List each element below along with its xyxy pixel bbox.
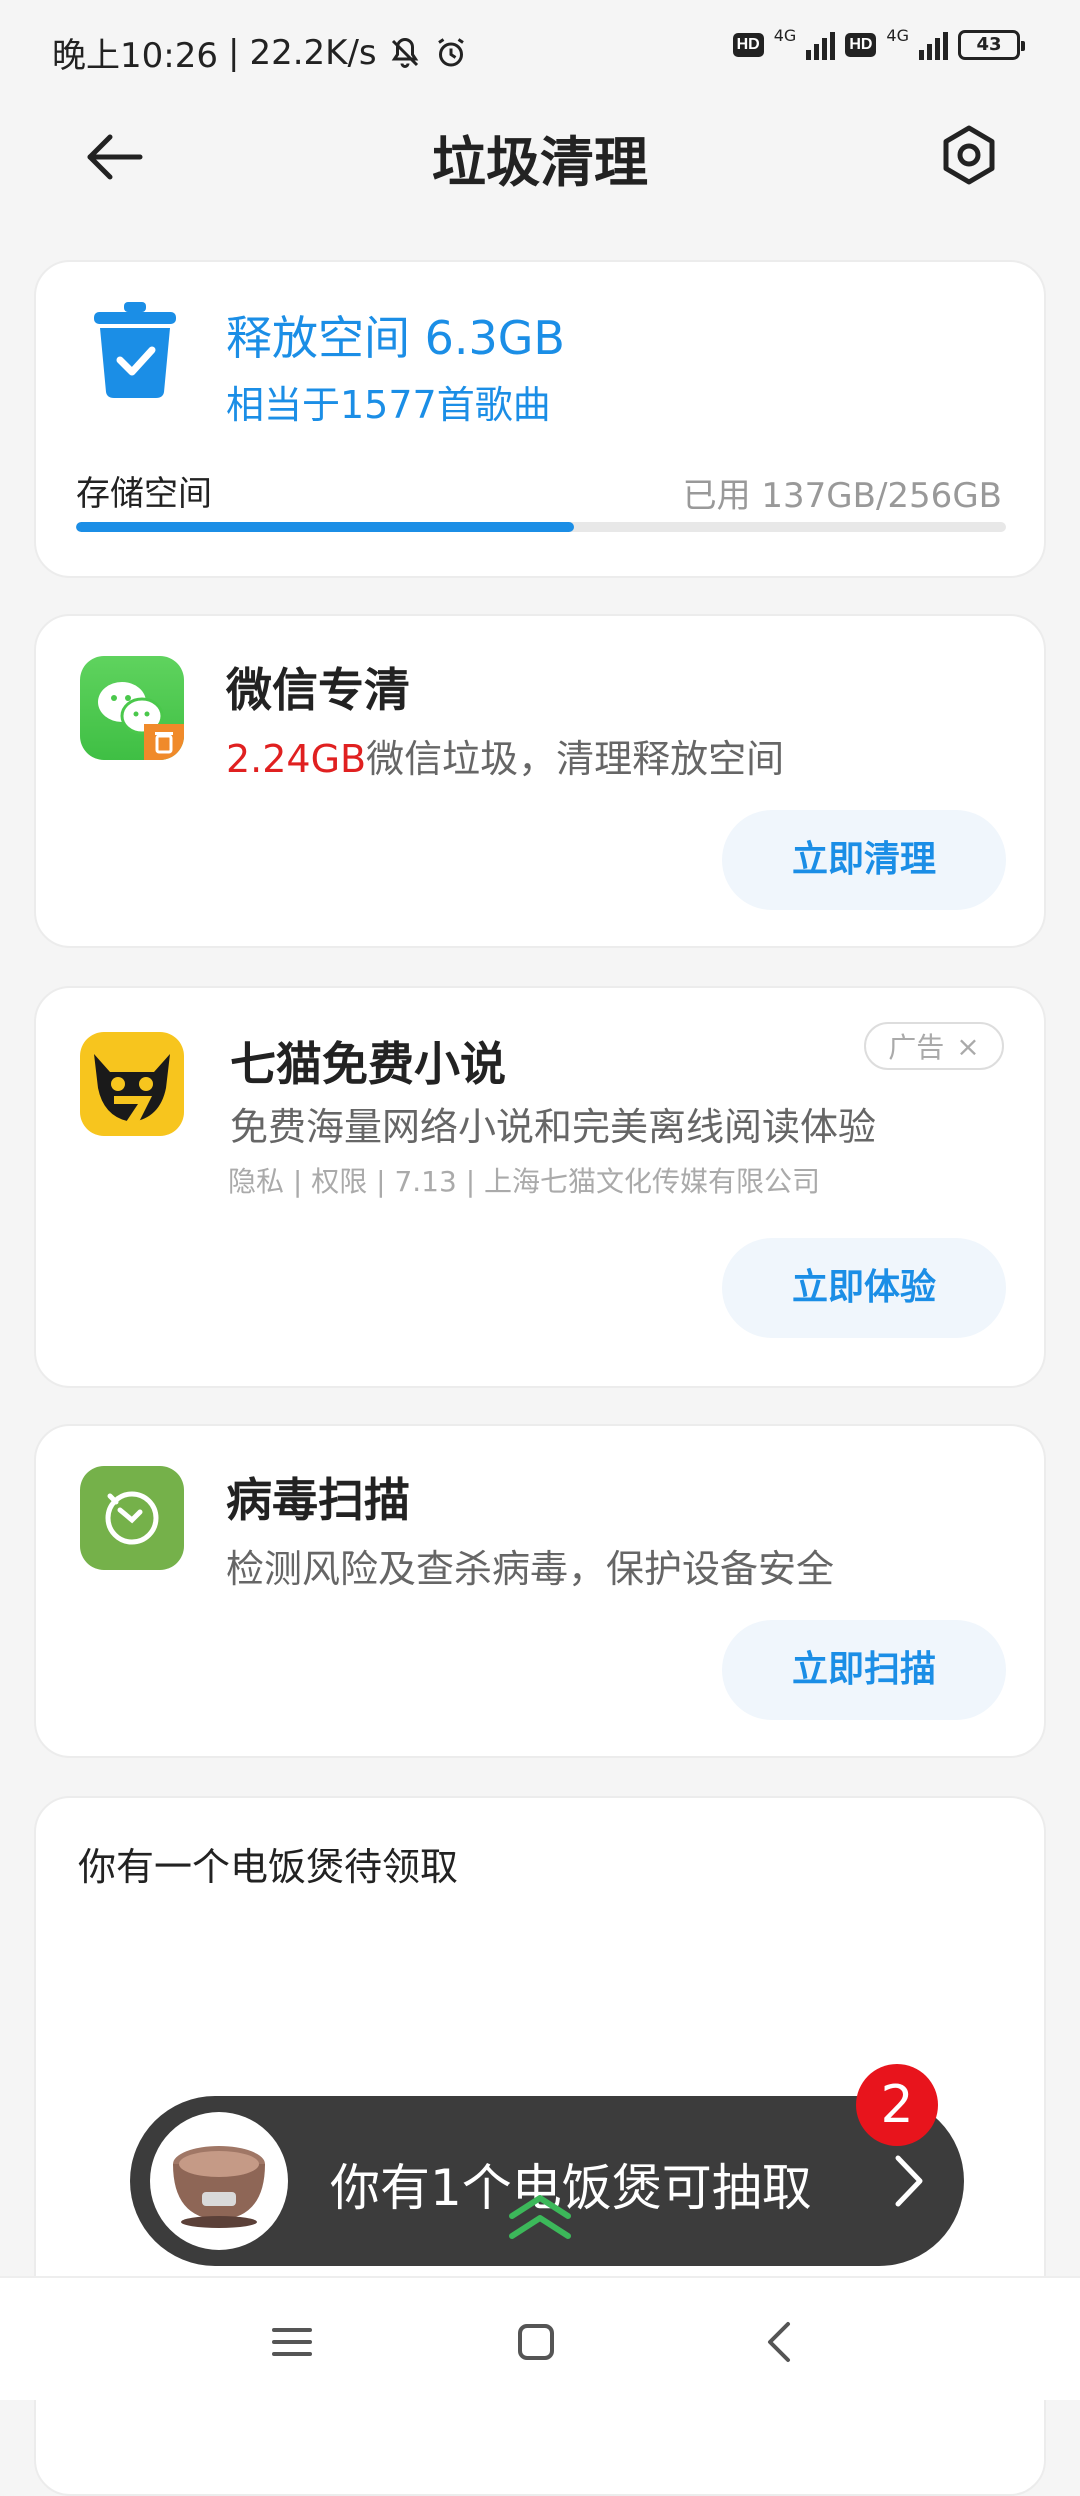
wechat-clean-card[interactable]: 微信专清 2.24GB微信垃圾，清理释放空间 立即清理 (34, 614, 1046, 948)
network-label-2: 4G (886, 25, 909, 45)
menu-icon[interactable] (262, 2312, 322, 2372)
double-up-arrow-icon[interactable] (506, 2186, 574, 2242)
header: 垃圾清理 (0, 100, 1080, 210)
novel-meta[interactable]: 隐私 | 权限 | 7.13 | 上海七猫文化传媒有限公司 (228, 1160, 820, 1200)
clean-now-button[interactable]: 立即清理 (722, 810, 1006, 910)
status-speed: 22.2K/s (249, 32, 377, 73)
status-divider: | (227, 32, 240, 73)
wechat-clean-desc: 2.24GB微信垃圾，清理释放空间 (226, 728, 784, 783)
signal-icon (806, 30, 836, 60)
hd-badge: HD (732, 33, 764, 57)
qimao-novel-icon (80, 1032, 184, 1136)
settings-icon (943, 125, 995, 185)
ad-close-icon[interactable]: × (956, 1030, 979, 1063)
wechat-desc-text: 微信垃圾，清理释放空间 (366, 737, 785, 781)
promo-title: 你有一个电饭煲待领取 (78, 1845, 459, 1889)
virus-scan-desc: 检测风险及查杀病毒，保护设备安全 (226, 1547, 835, 1591)
virus-scan-icon (80, 1466, 184, 1570)
storage-card: 释放空间 6.3GB 相当于1577首歌曲 存储空间 已用 137GB/256G… (34, 260, 1046, 578)
virus-scan-card[interactable]: 病毒扫描 检测风险及查杀病毒，保护设备安全 立即扫描 (34, 1424, 1046, 1758)
status-left: 晚上10:26 | 22.2K/s (52, 28, 469, 77)
try-now-button[interactable]: 立即体验 (722, 1238, 1006, 1338)
settings-button[interactable] (934, 120, 1004, 190)
storage-used-text: 已用 137GB/256GB (682, 476, 1002, 516)
system-nav-bar (0, 2276, 1080, 2400)
signal-icon-2 (919, 30, 948, 60)
ad-label: 广告 (888, 1031, 945, 1064)
storage-progress-bar (76, 522, 1006, 532)
wechat-clean-icon (80, 656, 184, 760)
alarm-icon (437, 37, 464, 66)
storage-label: 存储空间 (76, 474, 212, 514)
chevron-right-icon (895, 2155, 923, 2207)
ad-badge[interactable]: 广告 × (864, 1022, 1004, 1070)
novel-ad-card[interactable]: 七猫免费小说 免费海量网络小说和完美离线阅读体验 隐私 | 权限 | 7.13 … (34, 986, 1046, 1388)
mute-bell-icon (391, 37, 418, 68)
wechat-junk-amount: 2.24GB (226, 737, 367, 781)
network-label: 4G (773, 25, 797, 45)
banner-count-badge: 2 (856, 2064, 938, 2146)
wechat-clean-title: 微信专清 (226, 663, 410, 717)
novel-title: 七猫免费小说 (230, 1037, 506, 1091)
hd-badge-2: HD (845, 33, 877, 57)
novel-desc: 免费海量网络小说和完美离线阅读体验 (230, 1105, 877, 1149)
back-icon[interactable] (750, 2312, 810, 2372)
page-title: 垃圾清理 (432, 131, 648, 194)
free-space-subtitle: 相当于1577首歌曲 (226, 383, 551, 427)
status-right: HD 4G HD 4G 43 (732, 26, 1025, 60)
virus-scan-title: 病毒扫描 (226, 1473, 410, 1527)
status-time: 晚上10:26 (52, 36, 218, 76)
status-bar: 晚上10:26 | 22.2K/s HD 4G HD 4G 43 (0, 0, 1080, 100)
scan-now-button[interactable]: 立即扫描 (722, 1620, 1006, 1720)
free-space-title: 释放空间 6.3GB (226, 311, 565, 365)
home-icon[interactable] (506, 2312, 566, 2372)
rice-cooker-image (150, 2112, 288, 2250)
storage-progress-fill (76, 522, 574, 532)
trash-icon (94, 302, 176, 398)
battery-icon: 43 (958, 30, 1025, 60)
